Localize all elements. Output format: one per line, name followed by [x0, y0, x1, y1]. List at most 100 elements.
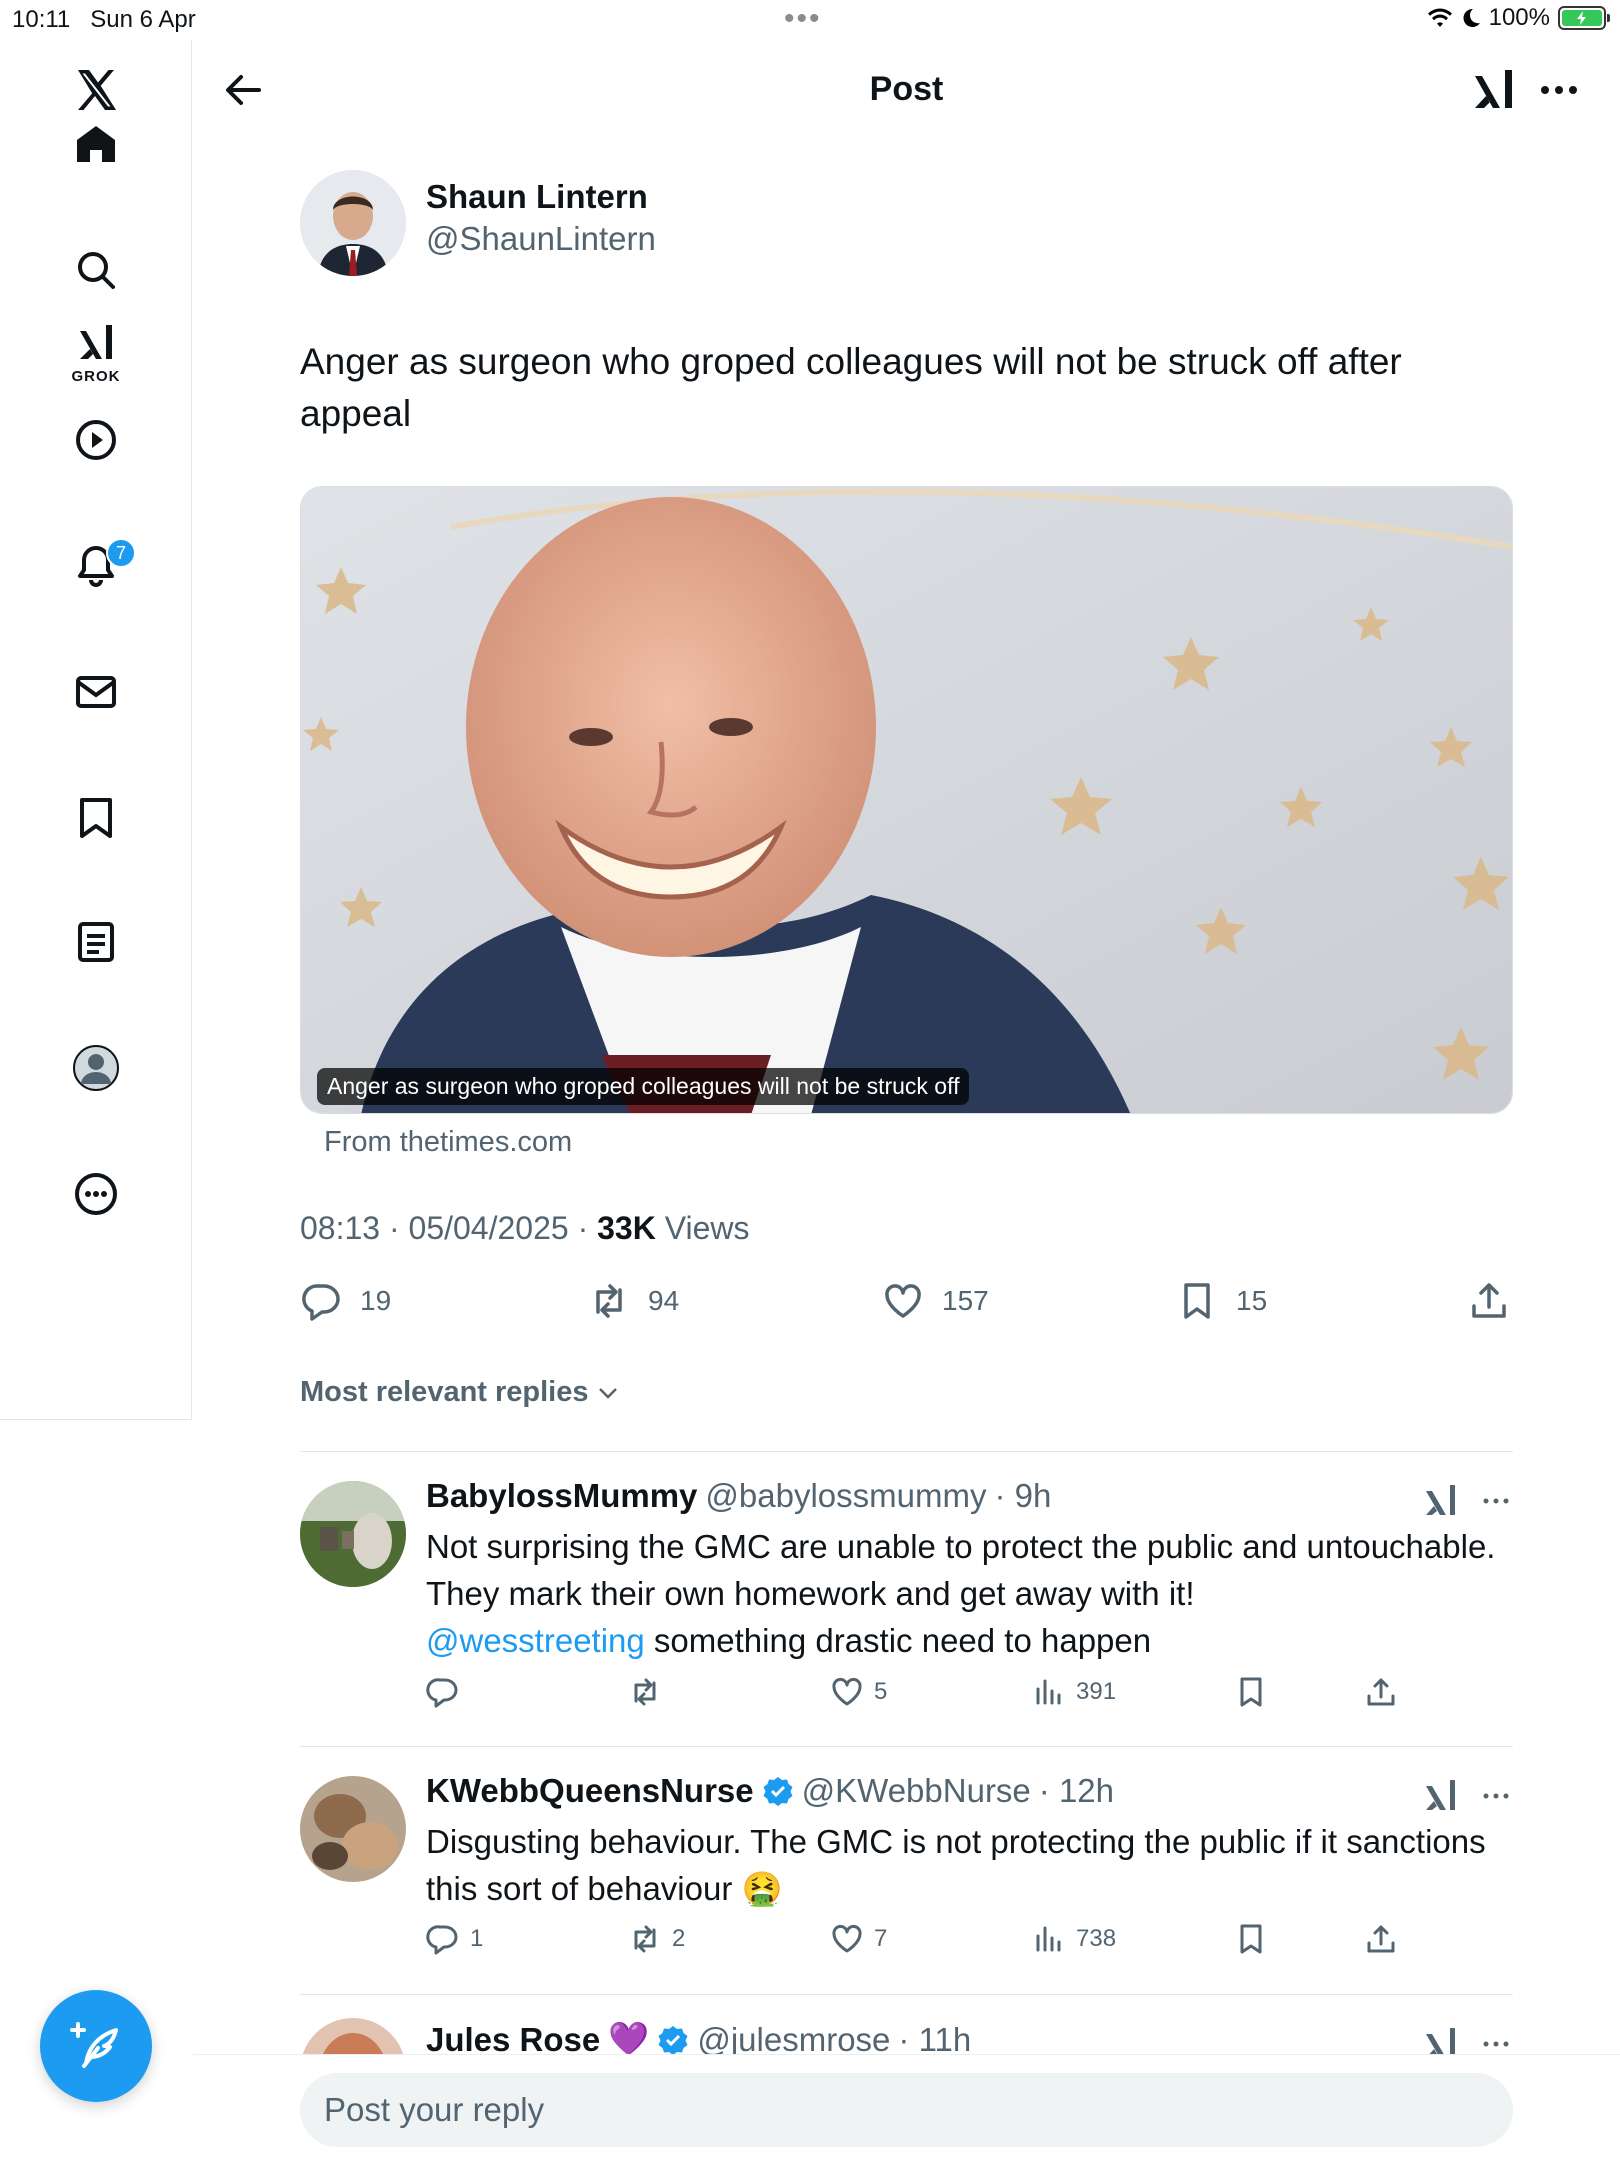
sidebar-item-profile[interactable]	[0, 1018, 192, 1118]
avatar[interactable]	[300, 170, 406, 276]
lists-icon	[78, 922, 114, 962]
status-bar: 10:11 Sun 6 Apr ••• 100%	[0, 0, 1620, 40]
grok-icon[interactable]	[1422, 1776, 1462, 1816]
avatar[interactable]	[300, 1776, 406, 1882]
reply-text: Disgusting behaviour. The GMC is not pro…	[426, 1823, 1486, 1907]
bookmark-count: 15	[1236, 1285, 1268, 1316]
more-options-icon[interactable]	[1476, 1481, 1516, 1521]
mention-link[interactable]: @wesstreeting	[426, 1622, 645, 1659]
reply-header: Jules Rose 💜 @julesmrose · 11h	[426, 2020, 971, 2054]
reply-author-handle[interactable]: @babylossmummy	[705, 1477, 986, 1515]
chevron-down-icon	[598, 1387, 617, 1399]
reply-author-handle[interactable]: @julesmrose	[697, 2021, 890, 2055]
reply-icon	[302, 1284, 340, 1321]
bookmark-icon	[1240, 1677, 1262, 1707]
more-options-icon[interactable]	[1476, 1776, 1516, 1816]
views-label: Views	[655, 1210, 750, 1246]
repost-button[interactable]: 94	[588, 1280, 679, 1322]
bookmark-button[interactable]: 15	[1176, 1280, 1267, 1322]
post-author[interactable]: Shaun Lintern @ShaunLintern	[300, 170, 1200, 280]
sidebar-item-more[interactable]	[0, 1144, 192, 1244]
status-right: 100%	[1427, 4, 1610, 32]
sidebar-item-video[interactable]	[0, 390, 192, 490]
author-name[interactable]: Shaun Lintern	[426, 178, 648, 216]
reply-author-handle[interactable]: @KWebbNurse	[802, 1772, 1031, 1810]
like-count: 157	[942, 1285, 989, 1316]
replies-sort-label: Most relevant replies	[300, 1376, 589, 1408]
multitasking-dots[interactable]: •••	[784, 2, 822, 36]
reply-time[interactable]: · 9h	[995, 1477, 1052, 1515]
article-image	[301, 487, 1512, 1113]
battery-icon	[1558, 6, 1610, 30]
share-button[interactable]	[1468, 1280, 1510, 1322]
compose-post-button[interactable]	[40, 1990, 152, 2102]
grok-icon[interactable]	[1469, 64, 1521, 116]
purple-heart-emoji: 💜	[608, 2020, 650, 2054]
reply-author-name[interactable]: BabylossMummy	[426, 1477, 697, 1515]
reply-icon	[426, 1678, 458, 1708]
views-button[interactable]: 738	[1032, 1922, 1116, 1956]
sidebar-item-home[interactable]	[0, 94, 192, 194]
reply-author-name[interactable]: Jules Rose	[426, 2021, 600, 2055]
bookmark-button[interactable]	[1234, 1922, 1268, 1956]
more-options-icon[interactable]	[1476, 2024, 1513, 2054]
bookmark-button[interactable]	[1234, 1675, 1268, 1709]
sidebar-item-notifications[interactable]: 7	[0, 516, 192, 616]
like-button[interactable]: 157	[882, 1280, 989, 1322]
more-options-icon[interactable]	[1533, 64, 1585, 116]
like-button[interactable]: 5	[830, 1675, 887, 1709]
sidebar-item-bookmarks[interactable]	[0, 768, 192, 868]
reply-header: BabylossMummy @babylossmummy · 9h	[426, 1477, 1051, 1515]
reply-time[interactable]: · 12h	[1039, 1772, 1114, 1810]
views-count: 738	[1076, 1925, 1117, 1952]
repost-icon	[596, 1284, 622, 1318]
bookmark-icon	[1184, 1283, 1210, 1319]
more-icon	[75, 1173, 117, 1215]
grok-icon[interactable]	[1422, 1481, 1462, 1521]
like-count: 5	[874, 1678, 888, 1705]
reply-author-name[interactable]: KWebbQueensNurse	[426, 1772, 754, 1810]
views-count: 33K	[597, 1210, 656, 1246]
link-card[interactable]: Anger as surgeon who groped colleagues w…	[300, 486, 1513, 1114]
reply-text: Not surprising the GMC are unable to pro…	[426, 1528, 1496, 1659]
share-button[interactable]	[1364, 1922, 1398, 1956]
sidebar-item-messages[interactable]	[0, 642, 192, 742]
reply-button[interactable]: 1	[426, 1922, 483, 1956]
repost-button[interactable]: 2	[628, 1922, 685, 1956]
grok-icon[interactable]	[1422, 2024, 1462, 2054]
mail-icon	[76, 676, 116, 708]
reply-button[interactable]	[426, 1675, 470, 1709]
verified-badge-icon	[658, 2025, 688, 2054]
reply-button[interactable]: 19	[300, 1280, 391, 1322]
page-title: Post	[869, 70, 944, 108]
reply-count: 19	[360, 1285, 392, 1316]
profile-icon	[73, 1045, 119, 1091]
avatar[interactable]	[300, 2018, 406, 2054]
bookmark-icon	[80, 798, 112, 838]
replies-sort-dropdown[interactable]: Most relevant replies	[300, 1376, 621, 1409]
card-source[interactable]: From thetimes.com	[324, 1126, 572, 1159]
reply-item[interactable]: KWebbQueensNurse @KWebbNurse · 12h Disgu…	[300, 1746, 1513, 1994]
heart-icon	[885, 1284, 921, 1318]
reply-actions: 1 2 7 738	[426, 1922, 1426, 1962]
analytics-icon	[1036, 1926, 1061, 1952]
reply-item[interactable]: BabylossMummy @babylossmummy · 9h Not su…	[300, 1451, 1513, 1746]
sidebar-item-grok[interactable]: GROK	[0, 302, 192, 402]
heart-icon	[832, 1678, 862, 1706]
reply-input[interactable]	[300, 2073, 1513, 2147]
avatar[interactable]	[300, 1481, 406, 1587]
author-handle[interactable]: @ShaunLintern	[426, 220, 656, 258]
reply-time[interactable]: · 11h	[898, 2021, 971, 2055]
repost-icon	[634, 1678, 656, 1706]
sidebar-nav: GROK 7	[0, 40, 192, 1420]
like-button[interactable]: 7	[830, 1922, 887, 1956]
reply-composer	[193, 2054, 1620, 2160]
repost-button[interactable]	[628, 1675, 672, 1709]
reply-item[interactable]: Jules Rose 💜 @julesmrose · 11h	[300, 1994, 1513, 2054]
home-icon	[77, 126, 115, 162]
share-button[interactable]	[1364, 1675, 1398, 1709]
sidebar-item-lists[interactable]	[0, 892, 192, 992]
views-button[interactable]: 391	[1032, 1675, 1116, 1709]
post-timestamp[interactable]: 08:13 · 05/04/2025 ·	[300, 1210, 597, 1246]
heart-icon	[832, 1925, 862, 1953]
